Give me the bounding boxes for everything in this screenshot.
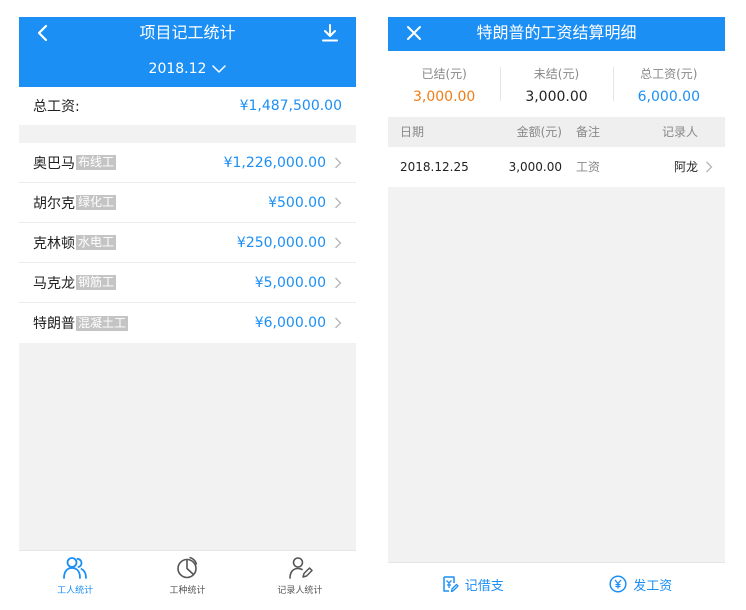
pay-wage-button[interactable]: 发工资 <box>557 563 726 605</box>
page-title: 项目记工统计 <box>139 23 236 42</box>
row-date: 2018.12.25 <box>400 160 469 174</box>
worker-row-hulk[interactable]: 胡尔克 绿化工 ¥500.00 <box>19 183 356 223</box>
worker-name: 特朗普 <box>33 316 75 332</box>
chevron-right-icon <box>335 197 342 208</box>
page-title: 特朗普的工资结算明细 <box>476 23 637 42</box>
row-amount: 3,000.00 <box>508 160 562 174</box>
column-header-amount: 金额(元) <box>516 125 562 139</box>
tab-worker-stats[interactable]: 工人统计 <box>19 551 131 605</box>
worker-row-clinton[interactable]: 克林顿 水电工 ¥250,000.00 <box>19 223 356 263</box>
project-stats-screen: 项目记工统计 2018.12 总工资: ¥1,487,500.00 奥巴马 布线… <box>19 17 356 605</box>
wage-detail-screen: 特朗普的工资结算明细 已结(元) 3,000.00 未结(元) 3,000.00… <box>388 17 725 605</box>
row-note: 工资 <box>576 160 601 174</box>
column-header-date: 日期 <box>400 125 425 139</box>
chevron-right-icon <box>335 157 342 168</box>
summary-label: 总工资(元) <box>640 67 698 81</box>
total-value: 6,000.00 <box>637 89 700 105</box>
unsettled-summary: 未结(元) 3,000.00 <box>500 51 612 117</box>
people-icon <box>63 557 88 579</box>
borrow-note-icon <box>442 576 459 593</box>
trade-badge: 绿化工 <box>76 195 117 210</box>
tab-label: 记录人统计 <box>277 586 323 596</box>
chevron-right-icon <box>335 277 342 288</box>
summary-label: 未结(元) <box>533 67 580 81</box>
worker-amount: ¥250,000.00 <box>236 234 326 251</box>
chevron-right-icon <box>335 237 342 248</box>
chevron-down-icon <box>212 64 227 73</box>
worker-row-obama[interactable]: 奥巴马 布线工 ¥1,226,000.00 <box>19 143 356 183</box>
column-header-recorder: 记录人 <box>661 125 698 139</box>
table-header: 日期 金额(元) 备注 记录人 <box>388 117 725 147</box>
worker-row-macron[interactable]: 马克龙 钢筋工 ¥5,000.00 <box>19 263 356 303</box>
unsettled-value: 3,000.00 <box>525 89 588 105</box>
tab-label: 工人统计 <box>57 586 94 596</box>
pay-wage-label: 发工资 <box>633 578 673 594</box>
worker-amount: ¥6,000.00 <box>254 315 326 331</box>
trade-badge: 混凝土工 <box>76 315 129 331</box>
trade-badge: 钢筋工 <box>76 275 117 290</box>
table-row[interactable]: 2018.12.25 3,000.00 工资 阿龙 <box>388 147 725 187</box>
record-borrow-label: 记借支 <box>464 578 504 594</box>
wage-summary: 已结(元) 3,000.00 未结(元) 3,000.00 总工资(元) 6,0… <box>388 51 725 117</box>
worker-amount: ¥500.00 <box>268 194 326 211</box>
tab-label: 工种统计 <box>169 586 206 596</box>
bottom-tab-bar: 工人统计 工种统计 记录人统计 <box>19 550 356 605</box>
worker-list: 奥巴马 布线工 ¥1,226,000.00 胡尔克 绿化工 ¥500.00 克林… <box>19 143 356 343</box>
worker-amount: ¥5,000.00 <box>254 274 326 291</box>
wage-detail-header: 特朗普的工资结算明细 <box>388 17 725 51</box>
chevron-right-icon <box>706 161 713 173</box>
row-recorder: 阿龙 <box>673 160 698 174</box>
chevron-right-icon <box>335 317 342 329</box>
pie-chart-icon <box>177 556 198 579</box>
action-bar: 记借支 发工资 <box>388 562 725 605</box>
summary-label: 已结(元) <box>421 67 467 81</box>
tab-recorder-stats[interactable]: 记录人统计 <box>244 551 356 605</box>
record-borrow-button[interactable]: 记借支 <box>388 563 557 605</box>
worker-name: 奥巴马 <box>33 155 75 172</box>
total-wage-value: ¥1,487,500.00 <box>239 98 342 114</box>
month-label: 2018.12 <box>148 61 207 77</box>
settled-summary: 已结(元) 3,000.00 <box>388 51 500 117</box>
worker-name: 马克龙 <box>33 275 75 292</box>
yuan-coin-icon <box>609 575 627 593</box>
column-header-note: 备注 <box>576 125 601 139</box>
month-selector[interactable]: 2018.12 <box>19 59 356 79</box>
trade-badge: 布线工 <box>76 155 117 170</box>
settled-value: 3,000.00 <box>412 89 476 105</box>
person-edit-icon <box>289 557 313 579</box>
project-stats-header: 项目记工统计 2018.12 <box>19 17 356 87</box>
tab-trade-stats[interactable]: 工种统计 <box>131 551 243 605</box>
worker-row-trump[interactable]: 特朗普 混凝土工 ¥6,000.00 <box>19 303 356 343</box>
trade-badge: 水电工 <box>76 235 117 250</box>
total-wage-label: 总工资: <box>33 99 80 115</box>
total-summary: 总工资(元) 6,000.00 <box>612 51 725 117</box>
worker-name: 胡尔克 <box>33 195 75 212</box>
worker-name: 克林顿 <box>33 235 75 252</box>
total-wage-row: 总工资: ¥1,487,500.00 <box>19 87 356 125</box>
worker-amount: ¥1,226,000.00 <box>223 154 326 171</box>
download-button[interactable] <box>320 22 340 44</box>
download-icon <box>322 24 338 42</box>
